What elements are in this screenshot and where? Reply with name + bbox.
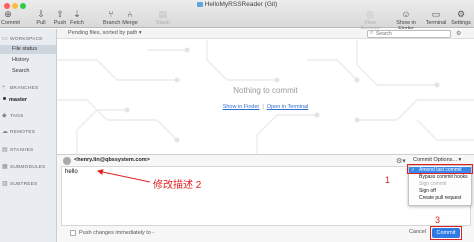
- annotation-number-1: 1: [385, 175, 391, 185]
- annotation-number-3: 3: [435, 215, 441, 225]
- annotation-box-commit: [430, 226, 462, 240]
- annotation-arrow: [97, 169, 151, 183]
- annotation-box-amend: [407, 164, 473, 174]
- annotation-edit-description: 修改描述 2: [153, 180, 202, 191]
